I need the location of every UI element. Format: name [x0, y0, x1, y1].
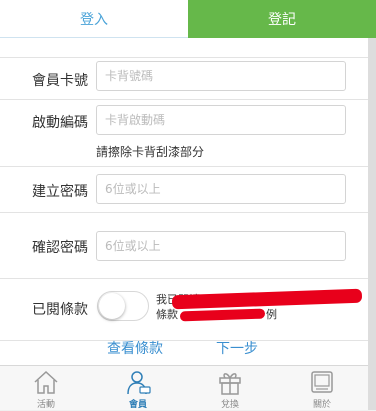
- password-label: 建立密碼: [32, 184, 88, 200]
- nav-item-activities[interactable]: 活動: [0, 366, 92, 411]
- activation-code-hint: 請擦除卡背刮漆部分: [96, 145, 205, 159]
- activation-code-row: 啟動編碼 卡背啟動碼 請擦除卡背刮漆部分: [0, 100, 368, 167]
- toggle-knob: [99, 293, 125, 319]
- about-icon: [311, 371, 333, 393]
- home-icon: [34, 370, 58, 394]
- form-top-spacer: [0, 38, 368, 58]
- card-number-row: 會員卡號 卡背號碼: [0, 58, 368, 100]
- tab-bar: 登入 登記: [0, 0, 376, 38]
- confirm-password-row: 確認密碼 6位或以上: [0, 213, 368, 279]
- registration-form: 會員卡號 卡背號碼 啟動編碼 卡背啟動碼 請擦除卡背刮漆部分 建立密碼 6位或以…: [0, 38, 368, 341]
- confirm-password-label: 確認密碼: [32, 240, 88, 256]
- tab-login[interactable]: 登入: [0, 0, 188, 38]
- card-number-label: 會員卡號: [32, 73, 88, 89]
- bottom-nav: 活動 會員 兌換 關於: [0, 365, 368, 410]
- tab-register[interactable]: 登記: [188, 0, 376, 38]
- nav-item-redeem[interactable]: 兌換: [184, 366, 276, 411]
- nav-item-member[interactable]: 會員: [92, 366, 184, 411]
- nav-label-redeem: 兌換: [220, 400, 239, 410]
- terms-text-line2: 條款: [156, 308, 178, 321]
- card-number-input[interactable]: 卡背號碼: [96, 61, 346, 91]
- terms-toggle[interactable]: [97, 291, 149, 321]
- nav-label-activities: 活動: [36, 400, 55, 410]
- password-input[interactable]: 6位或以上: [96, 174, 346, 204]
- scrollbar[interactable]: [368, 38, 376, 410]
- nav-label-member: 會員: [128, 400, 147, 410]
- activation-code-input[interactable]: 卡背啟動碼: [96, 105, 346, 135]
- terms-text-line2-end: 例: [266, 308, 277, 321]
- password-row: 建立密碼 6位或以上: [0, 167, 368, 213]
- nav-item-about[interactable]: 關於: [276, 366, 368, 411]
- activation-code-label: 啟動編碼: [32, 115, 88, 131]
- terms-label: 已閱條款: [32, 302, 88, 318]
- next-step-link[interactable]: 下一步: [216, 338, 258, 358]
- confirm-password-input[interactable]: 6位或以上: [96, 231, 346, 261]
- view-terms-link[interactable]: 查看條款: [107, 338, 163, 358]
- action-links: 查看條款 下一步: [0, 341, 368, 365]
- nav-label-about: 關於: [312, 400, 331, 410]
- member-icon: [127, 371, 151, 395]
- gift-icon: [219, 373, 241, 395]
